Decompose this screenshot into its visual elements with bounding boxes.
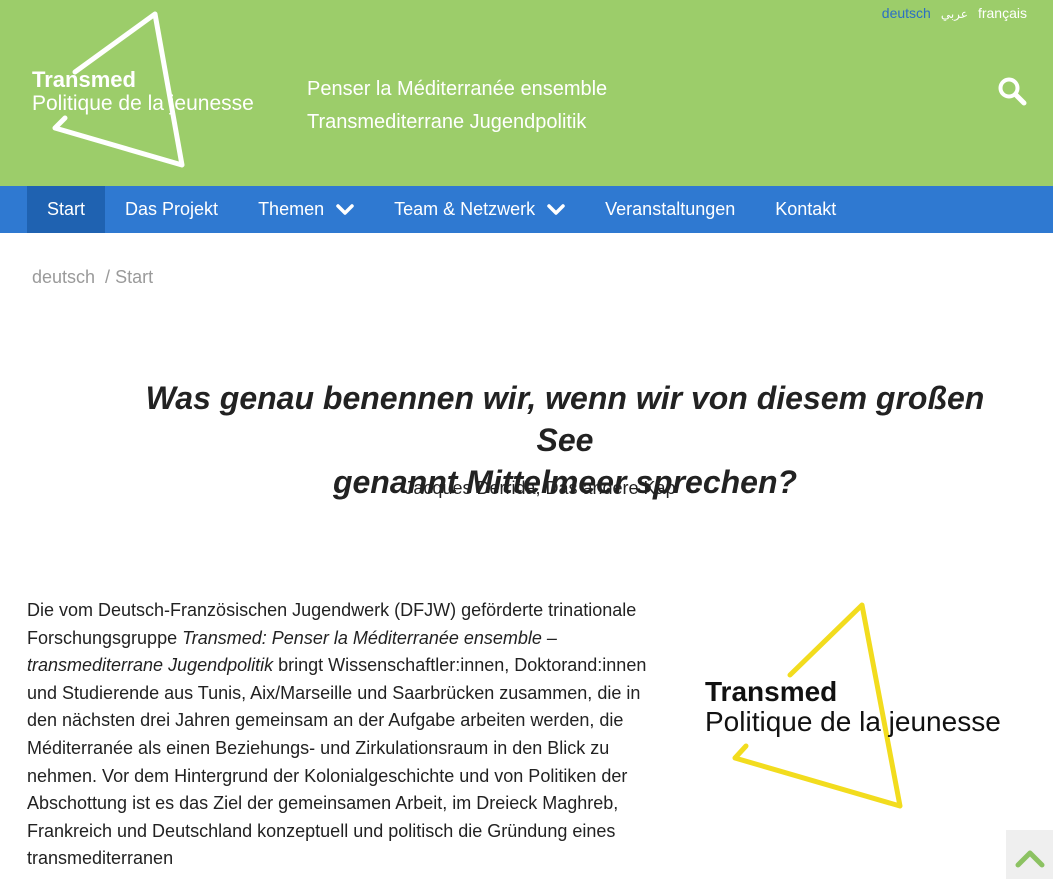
quote-line-1: Was genau benennen wir, wenn wir von die…	[145, 380, 985, 458]
tagline-line-2: Transmediterrane Jugendpolitik	[307, 111, 587, 133]
nav-item-das-projekt[interactable]: Das Projekt	[105, 186, 238, 233]
search-button[interactable]	[997, 76, 1027, 106]
nav-item-veranstaltungen[interactable]: Veranstaltungen	[585, 186, 755, 233]
breadcrumb-home[interactable]: deutsch	[32, 267, 95, 288]
nav-label: Das Projekt	[125, 199, 219, 219]
site-tagline: Penser la Méditerranée ensemble Transmed…	[307, 73, 607, 139]
quote-author: Jacques Derrida, Das andere Kap	[404, 478, 676, 498]
breadcrumb-separator: /	[105, 267, 111, 287]
nav-label: Veranstaltungen	[605, 199, 736, 219]
logo-title: Transmed	[32, 67, 136, 92]
nav-label: Kontakt	[775, 199, 837, 219]
chevron-up-icon	[1015, 850, 1045, 868]
nav-item-kontakt[interactable]: Kontakt	[755, 186, 856, 233]
language-switcher: deutsch عربي français	[882, 5, 1027, 21]
lang-deutsch[interactable]: deutsch	[882, 5, 931, 21]
lang-arabic[interactable]: عربي	[941, 7, 968, 21]
side-logo-subtitle: Politique de la jeunesse	[705, 706, 1001, 737]
transmed-logo-image: Transmed Politique de la jeunesse	[690, 598, 1030, 813]
tagline-line-1: Penser la Méditerranée ensemble	[307, 78, 608, 100]
nav-label: Team & Netzwerk	[394, 199, 536, 219]
nav-label: Themen	[258, 199, 325, 219]
breadcrumb: deutsch / Start	[32, 267, 153, 288]
intro-paragraph: Die vom Deutsch-Französischen Jugendwerk…	[27, 597, 667, 873]
site-logo[interactable]: Transmed Politique de la jeunesse	[30, 10, 280, 170]
chevron-down-icon	[547, 203, 565, 215]
nav-item-start[interactable]: Start	[27, 186, 106, 233]
lang-francais[interactable]: français	[978, 5, 1027, 21]
nav-item-themen[interactable]: Themen	[238, 186, 374, 233]
main-navigation: Start Das Projekt Themen Team & Netzwerk…	[0, 186, 1053, 233]
side-logo-title: Transmed	[705, 676, 838, 707]
intro-text-2: bringt Wissenschaftler:innen, Doktorand:…	[27, 655, 647, 869]
logo-subtitle: Politique de la jeunesse	[32, 92, 254, 115]
search-icon	[998, 77, 1027, 106]
nav-label: Start	[47, 199, 86, 219]
breadcrumb-current: Start	[115, 267, 154, 287]
chevron-down-icon	[336, 203, 354, 215]
scroll-to-top-button[interactable]	[1006, 830, 1053, 879]
nav-item-team-netzwerk[interactable]: Team & Netzwerk	[374, 186, 585, 233]
site-header: deutsch عربي français Transmed Politique…	[0, 0, 1053, 186]
breadcrumb-separator-and-current: / Start	[105, 267, 153, 288]
